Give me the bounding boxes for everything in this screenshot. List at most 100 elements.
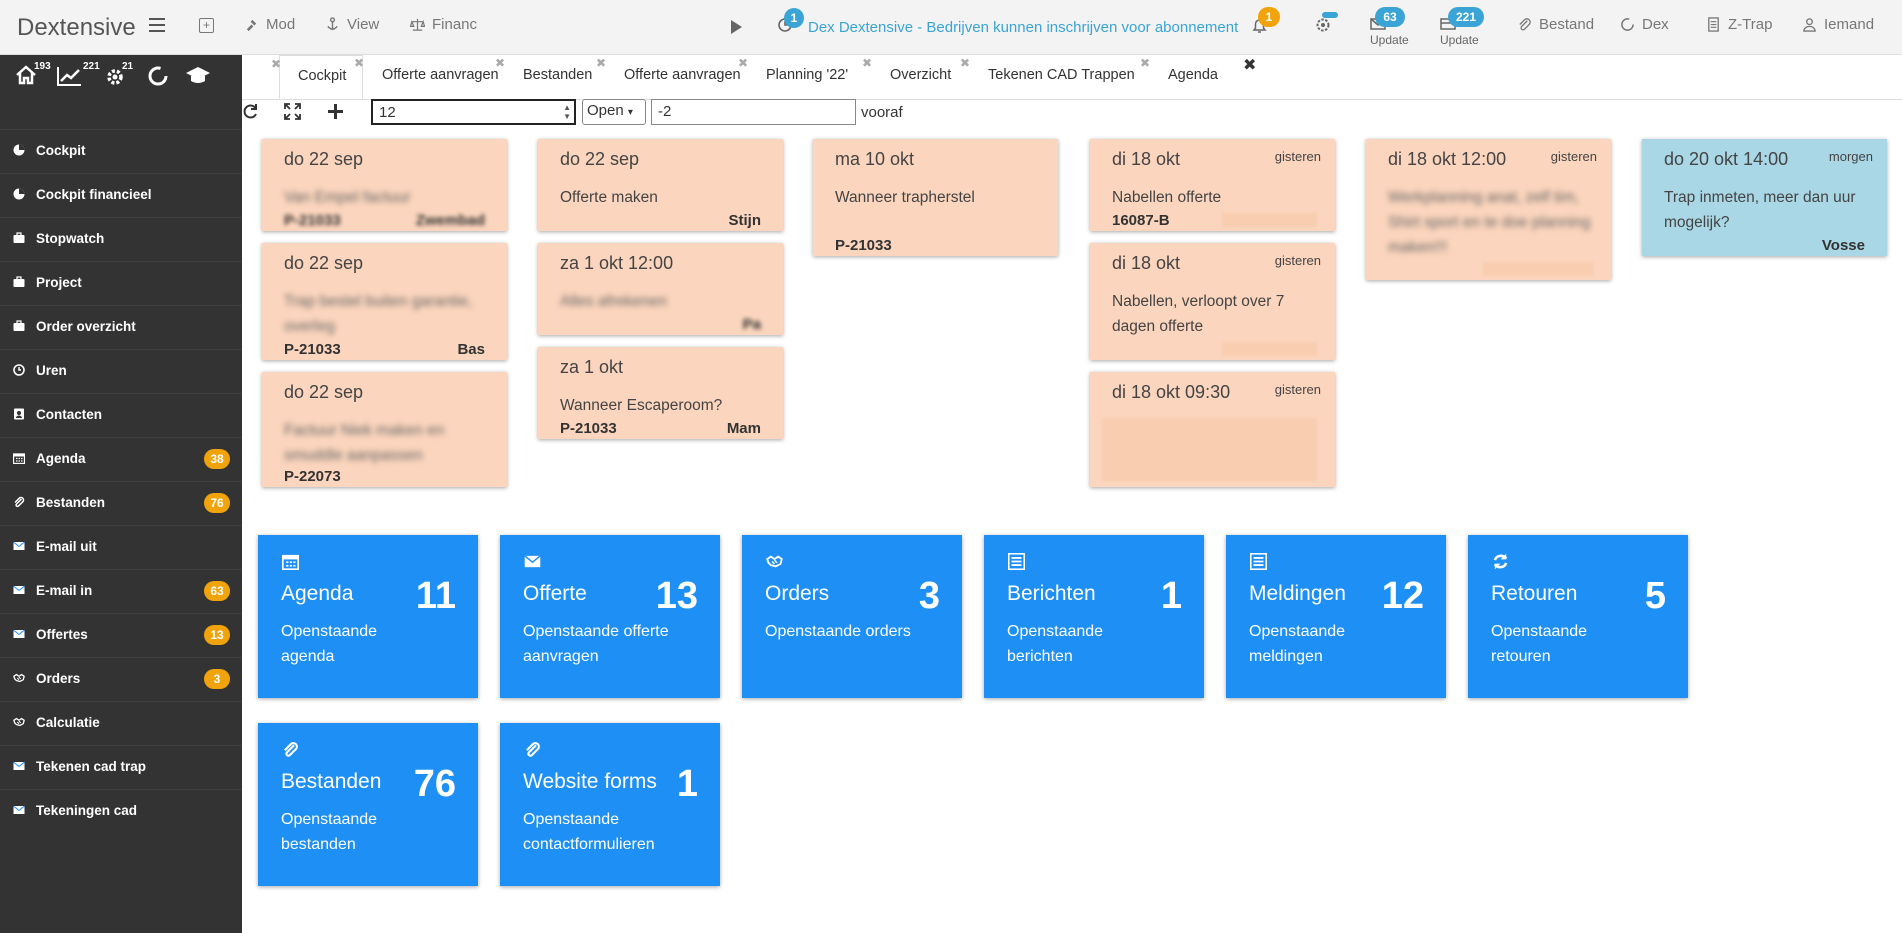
sidebar-item-e-mail-uit[interactable]: E-mail uit: [0, 525, 242, 569]
loading-circle-icon[interactable]: [147, 65, 169, 87]
agenda-card[interactable]: do 22 sep Van Empel factuur P-21033 Zwembad: [262, 139, 507, 231]
close-tab-icon[interactable]: ✖: [271, 57, 281, 71]
agenda-card[interactable]: di 18 okt gisteren Nabellen, verloopt over…: [1090, 243, 1335, 360]
close-tab-icon[interactable]: ✖: [596, 56, 606, 70]
agenda-card[interactable]: do 22 sep Trap bestel buiten garantie, ov…: [262, 243, 507, 360]
pie-chart-icon: [13, 144, 25, 156]
agenda-card[interactable]: ma 10 okt Wanneer trapherstel P-21033: [813, 139, 1058, 256]
play-icon[interactable]: [731, 20, 742, 34]
hamburger-menu-icon[interactable]: [149, 18, 165, 32]
tile-offerte[interactable]: Offerte 13 Openstaande offerte aanvragen: [500, 535, 720, 698]
bestand-button[interactable]: Bestand: [1517, 16, 1594, 33]
tile-title: Offerte: [523, 582, 587, 605]
user-button[interactable]: Iemand: [1802, 16, 1874, 33]
close-tab-icon[interactable]: ✖: [960, 56, 970, 70]
sidebar-item-tekeningen-cad[interactable]: Tekeningen cad: [0, 789, 242, 833]
card-relative-day: gisteren: [1274, 149, 1321, 164]
sidebar-item-cockpit[interactable]: Cockpit: [0, 129, 242, 173]
close-tab-icon[interactable]: ✖: [495, 56, 505, 70]
sidebar-item-cockpit-financieel[interactable]: Cockpit financieel: [0, 173, 242, 217]
close-tab-icon[interactable]: ✖: [1243, 55, 1256, 75]
sidebar-item-bestanden[interactable]: Bestanden 76: [0, 481, 242, 525]
refresh-icon[interactable]: [242, 103, 259, 120]
sidebar-item-tekenen-cad-trap[interactable]: Tekenen cad trap: [0, 745, 242, 789]
update1-label[interactable]: Update: [1370, 33, 1409, 47]
ztrap-button[interactable]: Z-Trap: [1706, 16, 1772, 33]
tab-offerte-aanvragen[interactable]: ✖ Offerte aanvragen: [354, 55, 504, 99]
view-label: View: [347, 16, 380, 33]
agenda-card[interactable]: za 1 okt 12:00 Alles afrekenen Pa: [538, 243, 783, 335]
sidebar-item-e-mail-in[interactable]: E-mail in 63: [0, 569, 242, 613]
offset-input[interactable]: -2: [651, 99, 856, 125]
graduation-cap-icon[interactable]: [185, 65, 211, 87]
update2-label[interactable]: Update: [1440, 33, 1479, 47]
status-select[interactable]: Open ▾: [582, 99, 646, 125]
agenda-card[interactable]: di 18 okt 12:00 gisteren Werkplanning anat…: [1366, 139, 1611, 280]
tab-offerte-aanvragen[interactable]: ✖ Offerte aanvragen: [596, 55, 747, 99]
card-reference[interactable]: P-21033: [560, 420, 617, 437]
agenda-card[interactable]: do 22 sep Factuur Niek maken en smuddle a…: [262, 372, 507, 487]
close-tab-icon[interactable]: ✖: [1140, 56, 1150, 70]
agenda-card[interactable]: do 22 sep Offerte maken Stijn: [538, 139, 783, 231]
tile-retouren[interactable]: Retouren 5 Openstaande retouren: [1468, 535, 1688, 698]
sidebar-item-order-overzicht[interactable]: Order overzicht: [0, 305, 242, 349]
paperclip-icon: [282, 741, 299, 758]
tile-title: Website forms: [523, 770, 657, 793]
card-reference[interactable]: P-21033: [835, 237, 892, 254]
close-tab-icon[interactable]: ✖: [354, 56, 364, 70]
tab-agenda[interactable]: ✖ Agenda: [1140, 55, 1235, 99]
tile-berichten[interactable]: Berichten 1 Openstaande berichten: [984, 535, 1204, 698]
tab-overzicht[interactable]: ✖ Overzicht: [862, 55, 969, 99]
sidebar-item-stopwatch[interactable]: Stopwatch: [0, 217, 242, 261]
settings-gear-icon[interactable]: [1315, 17, 1331, 38]
sidebar-item-contacten[interactable]: Contacten: [0, 393, 242, 437]
add-icon[interactable]: [327, 103, 344, 120]
tile-count: 3: [918, 575, 940, 617]
tab-cockpit[interactable]: ✖ Cockpit: [271, 55, 363, 99]
expand-icon[interactable]: [284, 103, 301, 120]
sidebar-item-orders[interactable]: Orders 3: [0, 657, 242, 701]
tile-agenda[interactable]: Agenda 11 Openstaande agenda: [258, 535, 478, 698]
tile-bestanden[interactable]: Bestanden 76 Openstaande bestanden: [258, 723, 478, 886]
envelope-icon: [13, 584, 25, 596]
agenda-card[interactable]: za 1 okt Wanneer Escaperoom? P-21033 Mam: [538, 347, 783, 439]
mod-button[interactable]: Mod: [244, 16, 295, 33]
card-reference[interactable]: P-21033: [284, 341, 341, 358]
tile-meldingen[interactable]: Meldingen 12 Openstaande meldingen: [1226, 535, 1446, 698]
tile-website-forms[interactable]: Website forms 1 Openstaande contactformuli…: [500, 723, 720, 886]
sidebar-item-uren[interactable]: Uren: [0, 349, 242, 393]
tab-bestanden[interactable]: ✖ Bestanden: [495, 55, 605, 99]
view-button[interactable]: View: [325, 16, 379, 33]
brand-logo[interactable]: Dextensive: [17, 14, 136, 42]
tile-count: 13: [655, 575, 698, 617]
sidebar-item-label: Tekeningen cad: [36, 803, 138, 818]
sidebar-item-calculatie[interactable]: Calculatie: [0, 701, 242, 745]
mod-label: Mod: [266, 16, 296, 33]
card-reference[interactable]: P-21033: [284, 212, 341, 229]
sidebar-item-agenda[interactable]: Agenda 38: [0, 437, 242, 481]
sidebar-item-label: Order overzicht: [36, 319, 136, 334]
tab-planning-22-[interactable]: ✖ Planning '22': [738, 55, 871, 99]
add-window-icon[interactable]: +: [199, 18, 214, 33]
card-relative-day: gisteren: [1274, 382, 1321, 397]
chart-icon[interactable]: [56, 65, 82, 87]
sidebar-item-count-badge: 38: [204, 449, 230, 469]
dex-button[interactable]: Dex: [1620, 16, 1669, 33]
spinner-arrows-icon[interactable]: ▲ ▼: [563, 103, 571, 121]
agenda-card[interactable]: do 20 okt 14:00 morgen Trap inmeten, meer …: [1642, 139, 1887, 256]
period-number-input[interactable]: 12 ▲ ▼: [371, 99, 576, 125]
tab-tekenen-cad-trappen[interactable]: ✖ Tekenen CAD Trappen: [960, 55, 1149, 99]
agenda-card[interactable]: di 18 okt gisteren Nabellen offerte 16087-B: [1090, 139, 1335, 231]
envelope-icon: [13, 804, 25, 816]
card-reference[interactable]: 16087-B: [1112, 212, 1170, 229]
announcement-link[interactable]: Dex Dextensive - Bedrijven kunnen inschr…: [808, 19, 1238, 36]
tile-title: Agenda: [281, 582, 354, 605]
sidebar-item-project[interactable]: Project: [0, 261, 242, 305]
close-tab-icon[interactable]: ✖: [738, 56, 748, 70]
financ-button[interactable]: Financ: [410, 16, 477, 33]
sidebar-item-offertes[interactable]: Offertes 13: [0, 613, 242, 657]
tile-orders[interactable]: Orders 3 Openstaande orders: [742, 535, 962, 698]
card-reference[interactable]: P-22073: [284, 468, 341, 485]
agenda-card[interactable]: di 18 okt 09:30 gisteren: [1090, 372, 1335, 487]
close-tab-icon[interactable]: ✖: [862, 56, 872, 70]
